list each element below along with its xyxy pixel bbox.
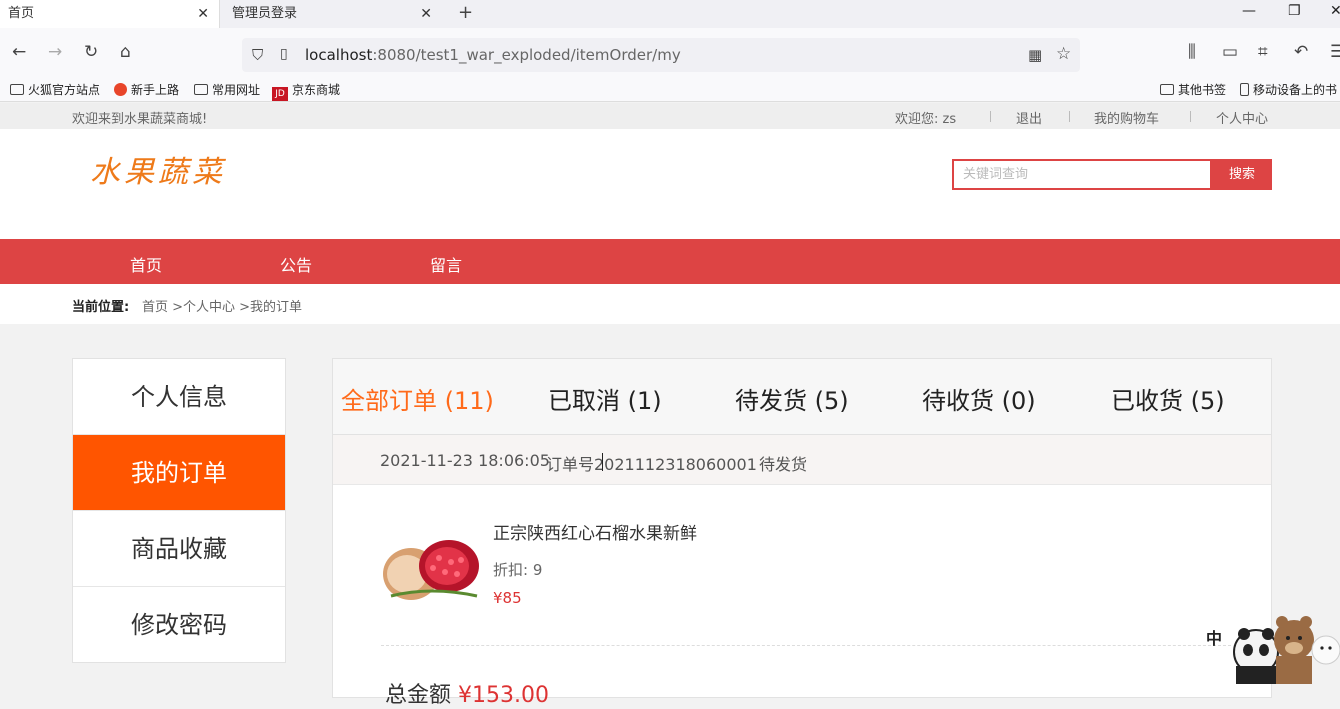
tab-received[interactable]: 已收货 (5) [1111, 381, 1225, 416]
screenshot-icon[interactable]: ⌗ [1258, 42, 1268, 62]
page-info-icon[interactable]: ▯ [280, 46, 288, 62]
svg-text:中: 中 [1206, 629, 1222, 648]
user-side-menu: 个人信息 我的订单 商品收藏 修改密码 [72, 358, 286, 663]
bookmark-jd[interactable]: JD 京东商城 [272, 81, 340, 101]
reload-icon[interactable]: ↻ [84, 42, 98, 62]
bookmark-label: 火狐官方站点 [28, 83, 101, 97]
shield-icon[interactable]: ⛉ [252, 46, 263, 64]
close-icon[interactable]: ✕ [420, 0, 432, 28]
order-status: 待发货 [759, 455, 808, 474]
order-header: 2021-11-23 18:06:05 订单号2021112318060001 … [333, 435, 1271, 485]
search-input[interactable]: 关键词查询 [952, 159, 1212, 190]
side-item-favorites[interactable]: 商品收藏 [73, 511, 285, 587]
bookmark-label: 移动设备上的书 [1253, 83, 1338, 97]
restore-icon[interactable]: ❐ [1288, 3, 1301, 19]
firefox-icon [114, 83, 127, 96]
breadcrumb-label: 当前位置: [72, 300, 130, 315]
tab-pending-shipment[interactable]: 待发货 (5) [735, 381, 849, 416]
folder-icon [194, 84, 208, 95]
star-icon[interactable]: ☆ [1056, 44, 1071, 64]
folder-icon [10, 84, 24, 95]
close-icon[interactable]: ✕ [197, 0, 209, 28]
bookmark-label: 京东商城 [292, 83, 341, 97]
product-discount: 折扣: 9 [493, 561, 543, 579]
nav-item-message[interactable]: 留言 [430, 252, 462, 276]
window-close-icon[interactable]: ✕ [1330, 3, 1340, 19]
sidebar-icon[interactable]: ▭ [1222, 42, 1238, 62]
url-host: localhost [305, 46, 373, 64]
main-nav: 首页 公告 留言 [0, 239, 1340, 284]
folder-icon [1160, 84, 1174, 95]
browser-tab-home[interactable]: 首页 ✕ [0, 0, 220, 28]
nav-item-notice[interactable]: 公告 [280, 252, 312, 276]
forward-icon[interactable]: → [48, 42, 62, 62]
jd-icon: JD [272, 87, 288, 101]
order-number: 订单号2021112318060001 [546, 455, 757, 474]
divider [381, 645, 1231, 646]
side-item-change-password[interactable]: 修改密码 [73, 587, 285, 663]
cart-link[interactable]: 我的购物车 [1094, 108, 1159, 127]
browser-tab-label: 管理员登录 [232, 6, 298, 21]
site-header: 水果蔬菜 关键词查询 搜索 [0, 129, 1340, 239]
bookmark-other[interactable]: 其他书签 [1160, 81, 1226, 98]
logout-link[interactable]: 退出 [1016, 108, 1042, 127]
bookmark-getting-started[interactable]: 新手上路 [114, 81, 179, 98]
bookmark-label: 新手上路 [131, 83, 180, 97]
qr-code-icon[interactable]: ▦ [1028, 46, 1042, 64]
total-amount: ¥153.00 [458, 683, 549, 708]
total-label: 总金额 [385, 683, 452, 708]
order-total: 总金额 ¥153.00 [385, 677, 549, 709]
site-logo[interactable]: 水果蔬菜 [90, 147, 226, 191]
bookmarks-bar: 火狐官方站点 新手上路 常用网址 JD 京东商城 其他书签 移动设备上的书 [0, 76, 1340, 102]
breadcrumb-path[interactable]: 首页 >个人中心 >我的订单 [142, 296, 302, 315]
order-time: 2021-11-23 18:06:05 [380, 451, 550, 470]
new-tab-icon[interactable]: + [458, 2, 473, 23]
bookmark-label: 其他书签 [1178, 83, 1227, 97]
divider [1190, 111, 1191, 122]
text-cursor [602, 453, 603, 471]
user-greeting: 欢迎您: zs [895, 112, 957, 127]
nav-item-home[interactable]: 首页 [130, 252, 162, 276]
library-icon[interactable]: ⫼ [1188, 42, 1196, 62]
minimize-icon[interactable]: — [1242, 3, 1256, 19]
product-name[interactable]: 正宗陕西红心石榴水果新鲜 [493, 519, 697, 544]
breadcrumb: 当前位置: 首页 >个人中心 >我的订单 [0, 284, 1340, 324]
product-price: ¥85 [493, 589, 522, 607]
welcome-text: 欢迎来到水果蔬菜商城! [72, 112, 208, 127]
url-path: :8080/test1_war_exploded/itemOrder/my [372, 46, 681, 64]
home-icon[interactable]: ⌂ [120, 42, 131, 62]
browser-tab-admin-login[interactable]: 管理员登录 ✕ [224, 0, 442, 28]
url-text[interactable]: localhost:8080/test1_war_exploded/itemOr… [305, 46, 681, 64]
bookmark-label: 常用网址 [212, 83, 261, 97]
mobile-device-icon [1240, 83, 1249, 96]
browser-tabbar: 首页 ✕ 管理员登录 ✕ + — ❐ ✕ [0, 0, 1340, 28]
orders-panel: 全部订单 (11) 已取消 (1) 待发货 (5) 待收货 (0) 已收货 (5… [332, 358, 1272, 708]
divider [990, 111, 991, 122]
site-topbar: 欢迎来到水果蔬菜商城! 欢迎您: zs 退出 我的购物车 个人中心 [0, 103, 1340, 129]
bookmark-mobile[interactable]: 移动设备上的书 [1240, 81, 1337, 98]
tab-all-orders[interactable]: 全部订单 (11) [341, 381, 494, 416]
tab-pending-receipt[interactable]: 待收货 (0) [922, 381, 1036, 416]
tab-cancelled[interactable]: 已取消 (1) [548, 381, 662, 416]
browser-tab-label: 首页 [8, 6, 35, 21]
bears-mascot-widget[interactable]: 中 [1196, 610, 1340, 684]
bookmark-common-sites[interactable]: 常用网址 [194, 81, 260, 98]
side-item-my-orders[interactable]: 我的订单 [73, 435, 285, 511]
bookmark-firefox-official[interactable]: 火狐官方站点 [10, 81, 100, 98]
order-tabs: 全部订单 (11) 已取消 (1) 待发货 (5) 待收货 (0) 已收货 (5… [333, 359, 1271, 435]
profile-link[interactable]: 个人中心 [1216, 108, 1268, 127]
back-icon[interactable]: ← [12, 42, 26, 62]
undo-icon[interactable]: ↶ [1294, 42, 1308, 62]
product-thumbnail[interactable] [381, 534, 481, 604]
side-item-personal-info[interactable]: 个人信息 [73, 359, 285, 435]
search-button[interactable]: 搜索 [1212, 159, 1272, 190]
menu-icon[interactable]: ☰ [1330, 42, 1340, 62]
divider [1069, 111, 1070, 122]
